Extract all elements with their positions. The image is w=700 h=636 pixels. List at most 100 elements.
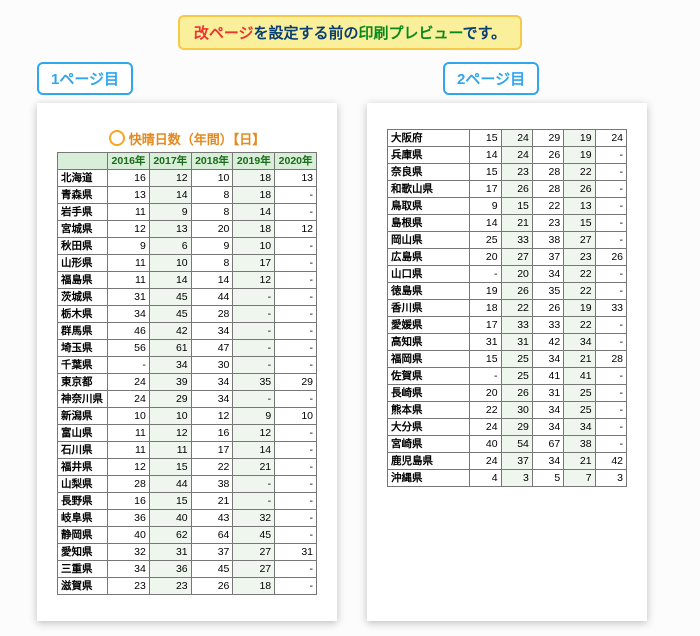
table-row: 山梨県284438--: [58, 476, 317, 493]
cell: 32: [108, 544, 150, 561]
cell: 33: [595, 300, 626, 317]
cell: 18: [233, 187, 275, 204]
row-header: 兵庫県: [388, 147, 470, 164]
cell: 43: [191, 510, 233, 527]
cell: 19: [564, 300, 595, 317]
cell: 11: [108, 204, 150, 221]
cell: 12: [233, 425, 275, 442]
cell: 34: [532, 419, 563, 436]
table-row: 岡山県25333827-: [388, 232, 627, 249]
cell: 22: [564, 317, 595, 334]
row-header: 石川県: [58, 442, 108, 459]
cell: 10: [275, 408, 317, 425]
cell: 34: [532, 402, 563, 419]
cell: 17: [470, 317, 501, 334]
cell: 11: [108, 272, 150, 289]
cell: 34: [532, 453, 563, 470]
cell: 3: [501, 470, 532, 487]
table-row: 広島県2027372326: [388, 249, 627, 266]
data-table-page-1: 2016年2017年2018年2019年2020年 北海道1612101813青…: [57, 152, 317, 595]
row-header: 愛媛県: [388, 317, 470, 334]
cell: 22: [191, 459, 233, 476]
cell: 24: [108, 374, 150, 391]
cell: 9: [233, 408, 275, 425]
col-header: 2017年: [149, 153, 191, 170]
cell: 11: [149, 442, 191, 459]
pages-row: 快晴日数（年間）【日】 2016年2017年2018年2019年2020年 北海…: [15, 103, 685, 621]
cell: -: [595, 368, 626, 385]
banner-box: 改ページを設定する前の印刷プレビューです。: [178, 15, 522, 50]
cell: 30: [191, 357, 233, 374]
cell: 26: [501, 283, 532, 300]
cell: 25: [564, 385, 595, 402]
cell: 11: [108, 425, 150, 442]
cell: 34: [191, 323, 233, 340]
cell: 4: [470, 470, 501, 487]
cell: 29: [501, 419, 532, 436]
cell: -: [470, 266, 501, 283]
table-row: 鳥取県9152213-: [388, 198, 627, 215]
table-row: 青森県1314818-: [58, 187, 317, 204]
cell: 22: [532, 198, 563, 215]
cell: -: [595, 385, 626, 402]
table-row: 宮崎県40546738-: [388, 436, 627, 453]
cell: -: [275, 187, 317, 204]
cell: 22: [564, 283, 595, 300]
cell: 12: [108, 459, 150, 476]
cell: 6: [149, 238, 191, 255]
cell: -: [233, 357, 275, 374]
row-header: 三重県: [58, 561, 108, 578]
cell: -: [275, 255, 317, 272]
cell: 19: [564, 147, 595, 164]
cell: 34: [149, 357, 191, 374]
cell: 22: [501, 300, 532, 317]
cell: 67: [532, 436, 563, 453]
cell: -: [275, 238, 317, 255]
table-row: 栃木県344528--: [58, 306, 317, 323]
cell: -: [595, 402, 626, 419]
cell: 38: [564, 436, 595, 453]
table-row: 愛媛県17333322-: [388, 317, 627, 334]
cell: 31: [275, 544, 317, 561]
cell: 14: [149, 272, 191, 289]
cell: 14: [470, 147, 501, 164]
table-row: 滋賀県23232618-: [58, 578, 317, 595]
page-labels-row: 1ページ目 2ページ目: [15, 62, 685, 95]
cell: 15: [501, 198, 532, 215]
cell: 37: [532, 249, 563, 266]
cell: 62: [149, 527, 191, 544]
cell: 18: [233, 170, 275, 187]
table-row: 富山県11121612-: [58, 425, 317, 442]
cell: -: [275, 527, 317, 544]
cell: 27: [233, 544, 275, 561]
row-header: 青森県: [58, 187, 108, 204]
cell: 15: [470, 164, 501, 181]
cell: 29: [532, 130, 563, 147]
row-header: 大阪府: [388, 130, 470, 147]
cell: 29: [275, 374, 317, 391]
cell: -: [233, 391, 275, 408]
cell: -: [275, 340, 317, 357]
row-header: 徳島県: [388, 283, 470, 300]
page-2-label: 2ページ目: [443, 62, 539, 95]
cell: 54: [501, 436, 532, 453]
cell: 32: [233, 510, 275, 527]
cell: 5: [532, 470, 563, 487]
page-1-label: 1ページ目: [37, 62, 133, 95]
cell: 17: [470, 181, 501, 198]
table-row: 和歌山県17262826-: [388, 181, 627, 198]
cell: -: [233, 306, 275, 323]
cell: 56: [108, 340, 150, 357]
cell: 17: [191, 442, 233, 459]
cell: 14: [233, 204, 275, 221]
cell: 30: [501, 402, 532, 419]
cell: 24: [501, 147, 532, 164]
row-header: 福島県: [58, 272, 108, 289]
table-row: 新潟県101012910: [58, 408, 317, 425]
row-header: 岩手県: [58, 204, 108, 221]
cell: -: [595, 436, 626, 453]
cell: 28: [595, 351, 626, 368]
cell: -: [275, 425, 317, 442]
cell: 39: [149, 374, 191, 391]
cell: 12: [108, 221, 150, 238]
